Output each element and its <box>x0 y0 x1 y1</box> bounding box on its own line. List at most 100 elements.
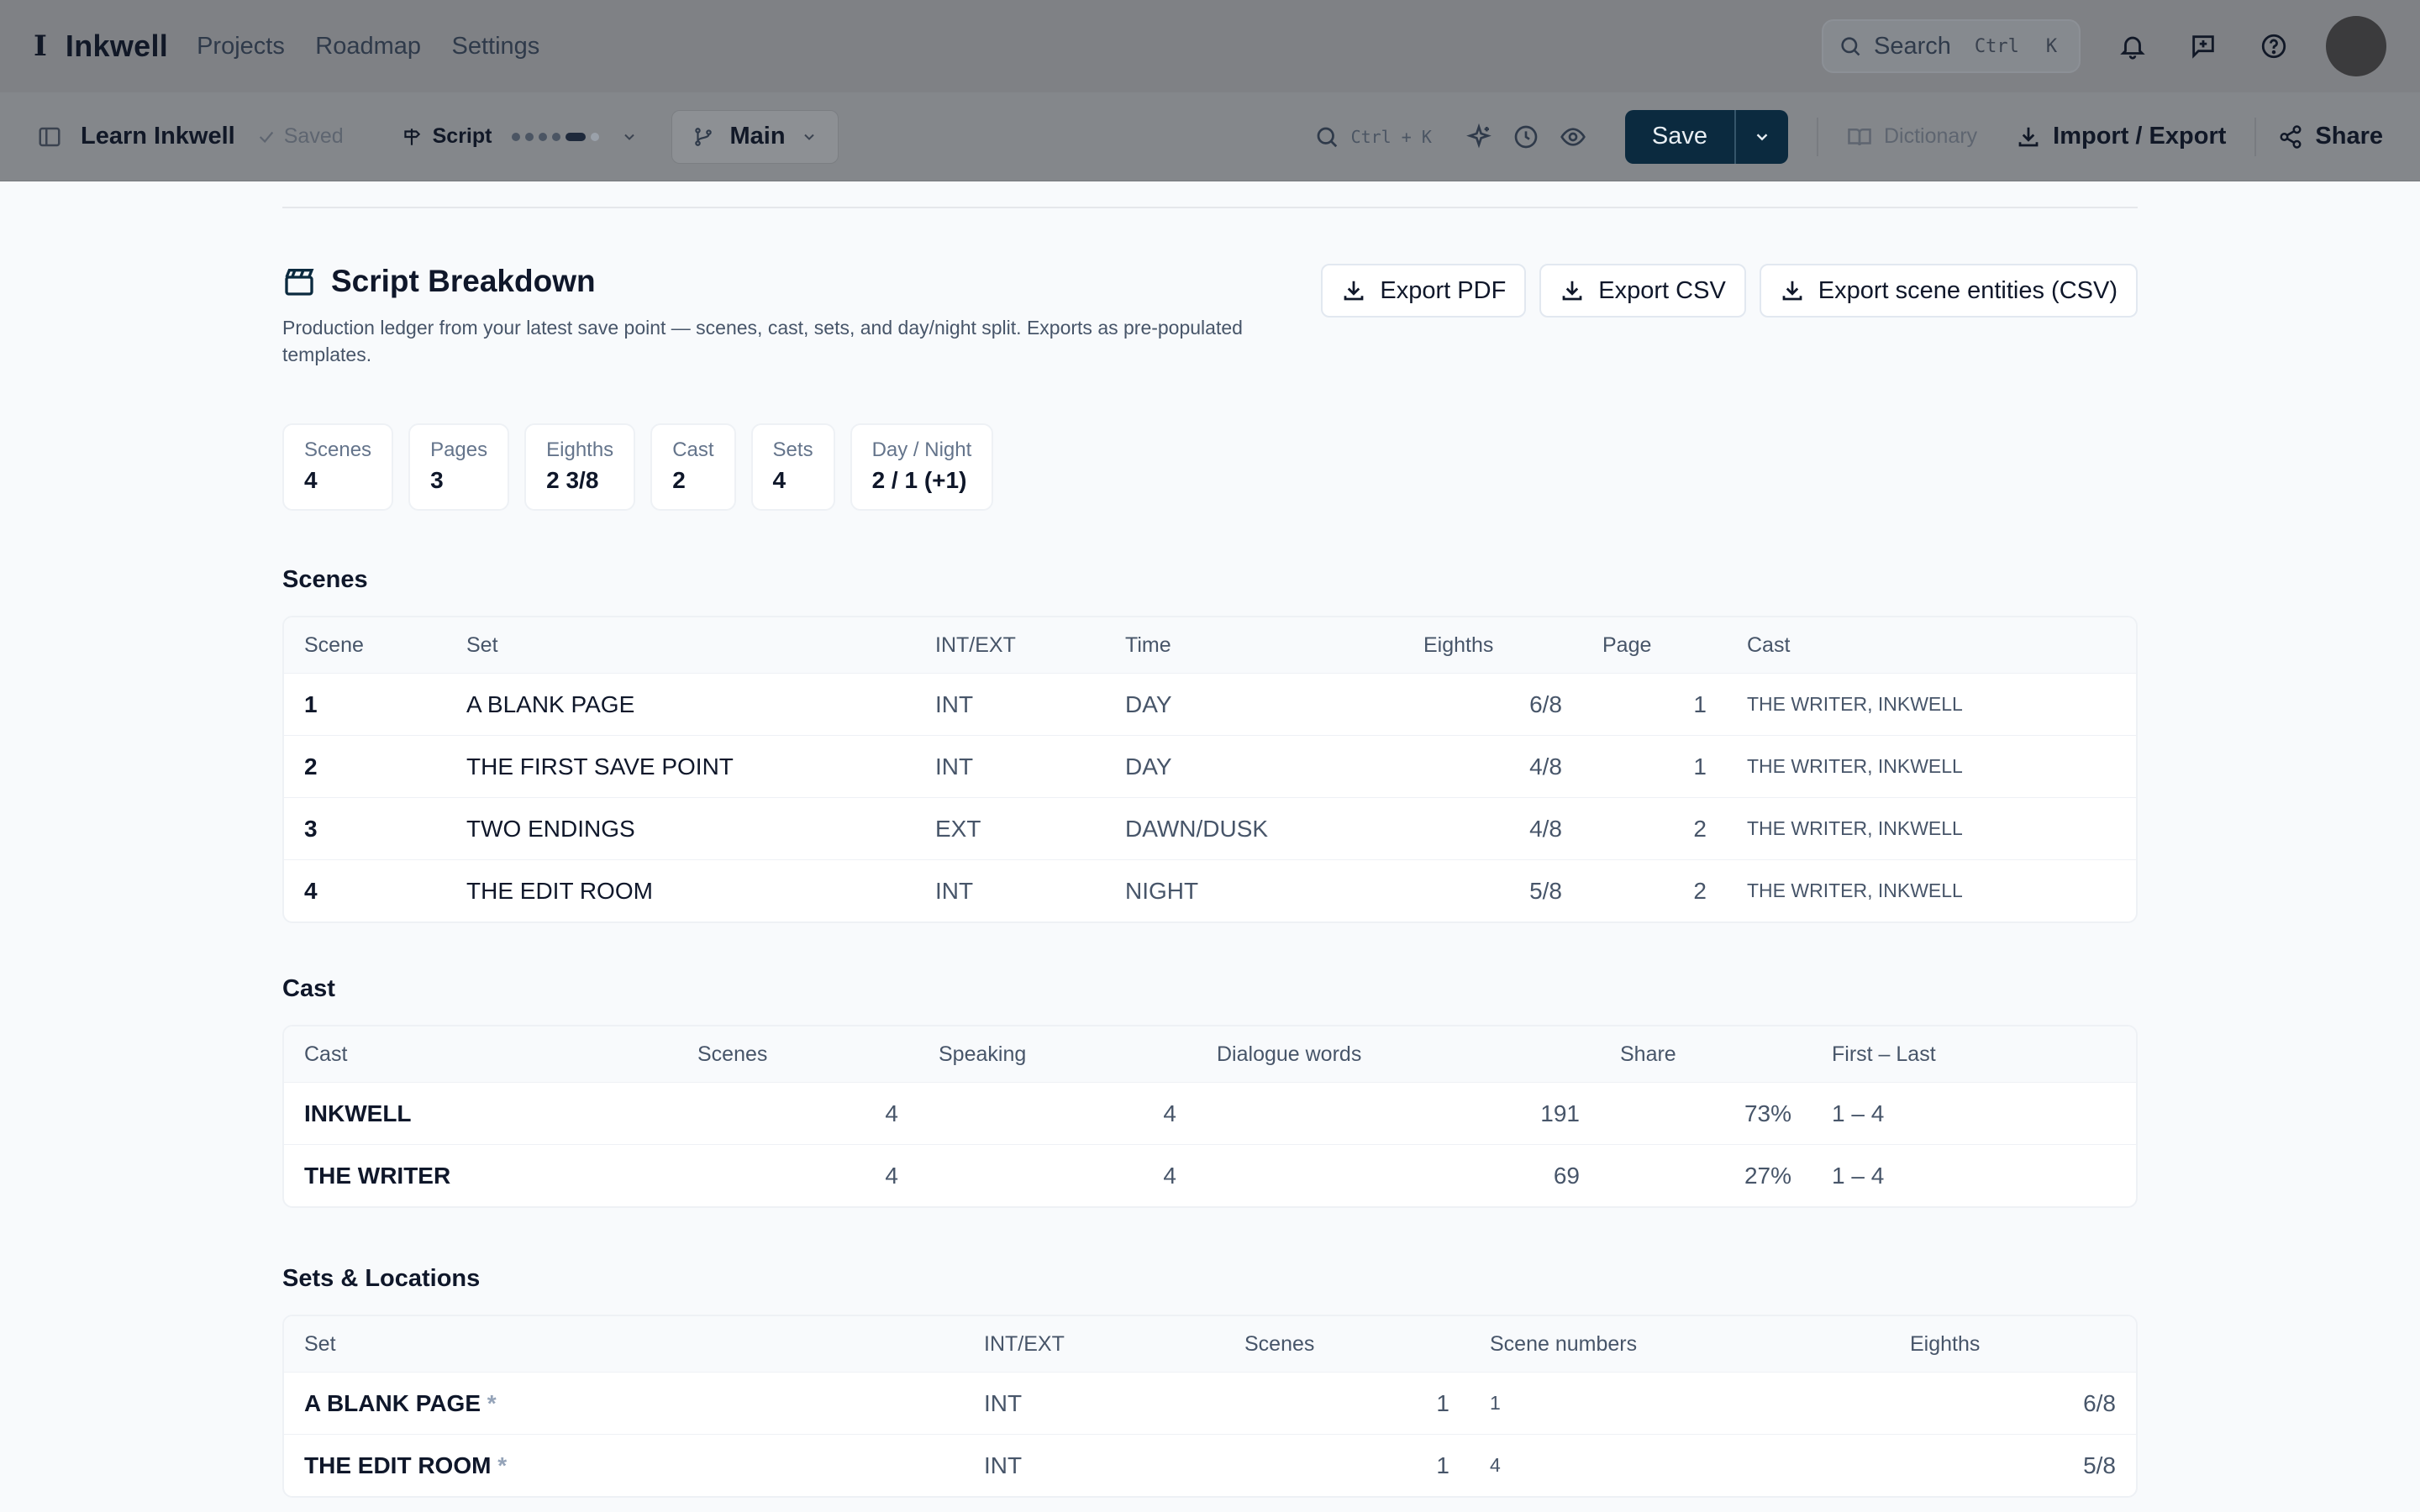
export-pdf-button[interactable]: Export PDF <box>1321 264 1527 318</box>
save-button[interactable]: Save <box>1624 109 1734 164</box>
col-eighths[interactable]: Eighths <box>1890 1332 2136 1357</box>
export-scene-entities-button[interactable]: Export scene entities (CSV) <box>1759 264 2138 318</box>
col-share[interactable]: Share <box>1600 1042 1812 1067</box>
sets-section-title: Sets & Locations <box>282 1265 481 1292</box>
scene-page: 2 <box>1693 815 1707 842</box>
col-scenes[interactable]: Scenes <box>677 1042 918 1067</box>
scene-int-ext: INT <box>935 753 974 780</box>
stats-row: Scenes 4 Pages 3 Eighths 2 3/8 Cast 2 Sets 4 … <box>282 423 2138 511</box>
table-row[interactable]: THE EDIT ROOM * INT 1 4 5/8 <box>284 1434 2136 1496</box>
check-icon <box>259 131 273 143</box>
history-button[interactable] <box>1512 123 1539 150</box>
save-options-button[interactable] <box>1734 109 1788 164</box>
user-avatar[interactable] <box>2326 16 2386 76</box>
feedback-button[interactable] <box>2185 28 2222 65</box>
set-scenes: 1 <box>1436 1452 1449 1478</box>
stat-eighths: Eighths 2 3/8 <box>524 423 636 511</box>
scene-int-ext: EXT <box>935 815 981 842</box>
scene-eighths: 4/8 <box>1529 815 1562 842</box>
col-dialogue-words[interactable]: Dialogue words <box>1197 1042 1600 1067</box>
scene-time: DAY <box>1125 690 1172 717</box>
share-button[interactable]: Share <box>2278 123 2383 150</box>
stat-label: Cast <box>672 438 714 461</box>
col-scene-numbers[interactable]: Scene numbers <box>1470 1332 1890 1357</box>
ai-assist-button[interactable] <box>1465 123 1492 150</box>
col-eighths[interactable]: Eighths <box>1403 633 1582 658</box>
table-row[interactable]: THE WRITER 4 4 69 27% 1 – 4 <box>284 1144 2136 1206</box>
nav-roadmap[interactable]: Roadmap <box>315 33 421 60</box>
brand[interactable]: I Inkwell <box>34 29 168 64</box>
sparkles-icon <box>1466 123 1491 149</box>
top-divider <box>282 207 2138 208</box>
download-icon <box>1344 281 1364 301</box>
message-plus-icon <box>2192 35 2214 59</box>
table-row[interactable]: A BLANK PAGE * INT 1 1 6/8 <box>284 1372 2136 1434</box>
export-actions: Export PDF Export CSV Export scene entit… <box>1321 264 2138 368</box>
nav-projects[interactable]: Projects <box>197 33 285 60</box>
stat-value: 2 <box>672 467 686 493</box>
col-scene[interactable]: Scene <box>284 633 446 658</box>
col-set[interactable]: Set <box>284 1332 964 1357</box>
global-search[interactable]: Search Ctrl K <box>1822 19 2081 73</box>
scene-page: 2 <box>1693 877 1707 904</box>
stat-value: 4 <box>304 467 318 493</box>
import-export-label: Import / Export <box>2053 123 2227 150</box>
scene-eighths: 5/8 <box>1529 877 1562 904</box>
col-page[interactable]: Page <box>1582 633 1727 658</box>
table-row[interactable]: 4 THE EDIT ROOM INT NIGHT 5/8 2 THE WRIT… <box>284 859 2136 921</box>
set-marker: * <box>497 1452 508 1478</box>
scene-eighths: 4/8 <box>1529 753 1562 780</box>
col-cast[interactable]: Cast <box>284 1042 677 1067</box>
scene-set: TWO ENDINGS <box>466 815 635 842</box>
cast-dialogue-words: 69 <box>1553 1162 1580 1189</box>
table-row[interactable]: 3 TWO ENDINGS EXT DAWN/DUSK 4/8 2 THE WR… <box>284 797 2136 859</box>
scene-page: 1 <box>1693 690 1707 717</box>
nav-settings[interactable]: Settings <box>451 33 539 60</box>
stat-label: Day / Night <box>871 438 972 461</box>
preview-button[interactable] <box>1560 123 1586 150</box>
stat-scenes: Scenes 4 <box>282 423 394 511</box>
sidebar-icon <box>39 127 60 146</box>
cast-speaking: 4 <box>1163 1100 1176 1126</box>
scene-page: 1 <box>1693 753 1707 780</box>
progress-dot <box>512 132 521 141</box>
sidebar-toggle-button[interactable] <box>37 124 62 150</box>
set-scene-numbers: 1 <box>1490 1392 1501 1414</box>
scene-set: A BLANK PAGE <box>466 690 635 717</box>
col-int-ext[interactable]: INT/EXT <box>964 1332 1224 1357</box>
signpost-icon <box>403 128 420 145</box>
col-cast[interactable]: Cast <box>1727 633 2122 658</box>
document-title[interactable]: Learn Inkwell <box>81 123 235 150</box>
dictionary-button[interactable]: Dictionary <box>1847 124 1977 150</box>
col-set[interactable]: Set <box>446 633 915 658</box>
col-int-ext[interactable]: INT/EXT <box>915 633 1105 658</box>
notifications-button[interactable] <box>2114 28 2151 65</box>
download-icon <box>1782 281 1802 301</box>
table-row[interactable]: 1 A BLANK PAGE INT DAY 6/8 1 THE WRITER,… <box>284 673 2136 735</box>
import-export-button[interactable]: Import / Export <box>2016 123 2226 150</box>
progress-dots <box>512 132 600 141</box>
set-eighths: 5/8 <box>2083 1452 2116 1478</box>
set-int-ext: INT <box>984 1452 1023 1478</box>
col-scenes[interactable]: Scenes <box>1224 1332 1470 1357</box>
brand-logo-icon: I <box>34 29 47 63</box>
col-first-last[interactable]: First – Last <box>1812 1042 2123 1067</box>
branch-selector[interactable]: Main <box>671 109 839 164</box>
help-button[interactable] <box>2255 28 2292 65</box>
scene-set: THE EDIT ROOM <box>466 877 653 904</box>
mode-selector[interactable]: Script <box>401 124 639 149</box>
stat-value: 2 3/8 <box>546 467 599 493</box>
command-search-button[interactable]: Ctrl + K <box>1314 124 1455 150</box>
export-csv-button[interactable]: Export CSV <box>1539 264 1746 318</box>
table-row[interactable]: 2 THE FIRST SAVE POINT INT DAY 4/8 1 THE… <box>284 735 2136 797</box>
clock-icon <box>1514 125 1538 148</box>
dictionary-label: Dictionary <box>1884 124 1978 148</box>
set-scenes: 1 <box>1436 1389 1449 1416</box>
table-row[interactable]: INKWELL 4 4 191 73% 1 – 4 <box>284 1082 2136 1144</box>
set-name: A BLANK PAGE <box>304 1389 481 1416</box>
editor-toolbar: Learn Inkwell Saved Script Main Ctrl + K <box>0 92 2420 181</box>
col-time[interactable]: Time <box>1105 633 1403 658</box>
cast-scenes: 4 <box>885 1162 898 1189</box>
scene-time: DAY <box>1125 753 1172 780</box>
col-speaking[interactable]: Speaking <box>918 1042 1197 1067</box>
